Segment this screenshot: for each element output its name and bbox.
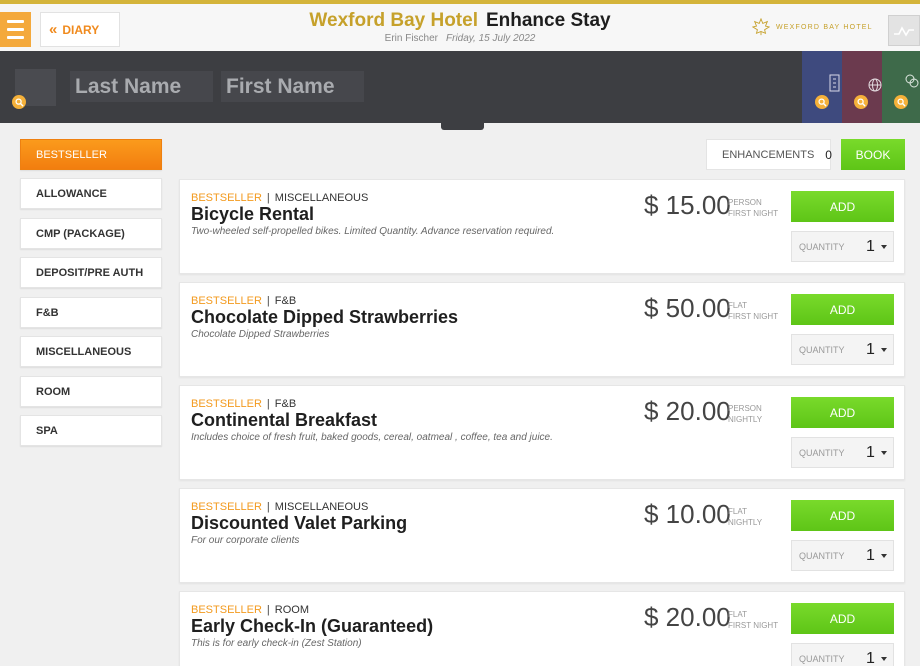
add-button[interactable]: ADD — [791, 603, 894, 634]
add-button[interactable]: ADD — [791, 500, 894, 531]
room-strip[interactable] — [802, 51, 842, 123]
item-tag: BESTSELLER — [191, 295, 262, 307]
logo-text: WEXFORD BAY HOTEL — [776, 23, 873, 31]
category-bestseller[interactable]: BESTSELLER — [20, 139, 162, 170]
user-name: Erin Fischer — [384, 33, 439, 44]
category-cmp-package[interactable]: CMP (PACKAGE) — [20, 218, 162, 249]
item-name: Bicycle Rental — [191, 204, 315, 224]
search-icon[interactable] — [12, 95, 26, 109]
item-description: For our corporate clients — [191, 535, 300, 546]
item-pricing-unit: FLAT FIRST NIGHT — [728, 301, 779, 321]
item-name: Continental Breakfast — [191, 410, 378, 430]
groups-strip[interactable] — [882, 51, 920, 123]
category-miscellaneous[interactable]: MISCELLANEOUS — [20, 336, 162, 367]
item-category: F&B — [274, 398, 297, 410]
quantity-label: QUANTITY — [799, 344, 845, 355]
item-category: F&B — [274, 295, 297, 307]
search-icon[interactable] — [894, 95, 908, 109]
item-tag: BESTSELLER — [191, 604, 262, 616]
search-icon[interactable] — [854, 95, 868, 109]
quantity-select[interactable]: QUANTITY 1 — [791, 437, 894, 468]
item-pricing-unit: FLAT FIRST NIGHT — [728, 610, 779, 630]
enhancement-card: BESTSELLER | F&B Chocolate Dipped Strawber… — [179, 282, 905, 377]
item-price: $ 20.00 — [644, 396, 731, 426]
caret-down-icon — [881, 554, 887, 558]
item-category: ROOM — [274, 604, 310, 616]
quantity-label: QUANTITY — [799, 447, 845, 458]
caret-down-icon — [881, 245, 887, 249]
web-strip[interactable] — [842, 51, 882, 123]
category-room[interactable]: ROOM — [20, 376, 162, 407]
item-price: $ 20.00 — [644, 602, 731, 632]
item-name: Chocolate Dipped Strawberries — [191, 307, 459, 327]
item-description: Includes choice of fresh fruit, baked go… — [191, 432, 553, 443]
item-price: $ 50.00 — [644, 293, 731, 323]
item-tag: BESTSELLER — [191, 192, 262, 204]
enhancements-label: ENHANCEMENTS — [722, 148, 815, 161]
category-fnb[interactable]: F&B — [20, 297, 162, 328]
quantity-value: 1 — [866, 341, 875, 358]
quantity-value: 1 — [866, 444, 875, 461]
item-name: Discounted Valet Parking — [191, 513, 408, 533]
item-description: Two-wheeled self-propelled bikes. Limite… — [191, 226, 555, 237]
hotel-logo: WEXFORD BAY HOTEL — [752, 18, 873, 36]
page-title: Enhance Stay — [485, 10, 611, 31]
first-name-field[interactable]: First Name — [221, 71, 364, 102]
search-icon[interactable] — [815, 95, 829, 109]
add-button[interactable]: ADD — [791, 294, 894, 325]
enhancement-card: BESTSELLER | F&B Continental Breakfast Inc… — [179, 385, 905, 480]
circles-icon — [905, 74, 919, 88]
enhancements-button[interactable]: ENHANCEMENTS 0 — [706, 139, 832, 170]
last-name-field[interactable]: Last Name — [70, 71, 213, 102]
quantity-value: 1 — [866, 238, 875, 255]
item-pricing-unit: FLAT NIGHTLY — [728, 507, 763, 527]
item-tag: BESTSELLER — [191, 398, 262, 410]
quantity-value: 1 — [866, 650, 875, 666]
enhancement-card: BESTSELLER | MISCELLANEOUS Discounted Vale… — [179, 488, 905, 583]
caret-down-icon — [881, 657, 887, 661]
maple-leaf-icon — [752, 18, 770, 36]
item-pricing-unit: PERSON FIRST NIGHT — [728, 198, 779, 218]
quantity-select[interactable]: QUANTITY 1 — [791, 231, 894, 262]
quantity-label: QUANTITY — [799, 550, 845, 561]
book-button[interactable]: BOOK — [841, 139, 905, 170]
item-description: Chocolate Dipped Strawberries — [191, 329, 330, 340]
item-pricing-unit: PERSON NIGHTLY — [728, 404, 763, 424]
enhancement-card: BESTSELLER | ROOM Early Check-In (Guarante… — [179, 591, 905, 666]
hotel-name: Wexford Bay Hotel — [309, 10, 478, 31]
quantity-select[interactable]: QUANTITY 1 — [791, 334, 894, 365]
pulse-icon — [894, 25, 914, 37]
item-price: $ 10.00 — [644, 499, 731, 529]
category-spa[interactable]: SPA — [20, 415, 162, 446]
globe-icon — [868, 78, 882, 92]
top-header: « DIARY Wexford Bay Hotel Enhance Stay Er… — [0, 0, 920, 51]
enhancement-card: BESTSELLER | MISCELLANEOUS Bicycle Rental … — [179, 179, 905, 274]
quantity-label: QUANTITY — [799, 241, 845, 252]
item-description: This is for early check-in (Zest Station… — [191, 638, 362, 649]
category-allowance[interactable]: ALLOWANCE — [20, 178, 162, 209]
quantity-select[interactable]: QUANTITY 1 — [791, 643, 894, 666]
guest-search-band: Last Name First Name — [0, 51, 920, 123]
category-deposit-pre-auth[interactable]: DEPOSIT/PRE AUTH — [20, 257, 162, 288]
quantity-value: 1 — [866, 547, 875, 564]
caret-down-icon — [881, 348, 887, 352]
item-price: $ 15.00 — [644, 190, 731, 220]
quantity-select[interactable]: QUANTITY 1 — [791, 540, 894, 571]
item-category: MISCELLANEOUS — [274, 501, 369, 513]
activity-button[interactable] — [888, 15, 920, 46]
add-button[interactable]: ADD — [791, 191, 894, 222]
business-date: Friday, 15 July 2022 — [446, 33, 536, 44]
add-button[interactable]: ADD — [791, 397, 894, 428]
quantity-label: QUANTITY — [799, 653, 845, 664]
item-tag: BESTSELLER — [191, 501, 262, 513]
caret-down-icon — [881, 451, 887, 455]
item-name: Early Check-In (Guaranteed) — [191, 616, 434, 636]
drawer-pull-tab[interactable] — [441, 122, 484, 130]
item-category: MISCELLANEOUS — [274, 192, 369, 204]
building-icon — [829, 74, 840, 92]
enhancements-count: 0 — [825, 147, 832, 162]
